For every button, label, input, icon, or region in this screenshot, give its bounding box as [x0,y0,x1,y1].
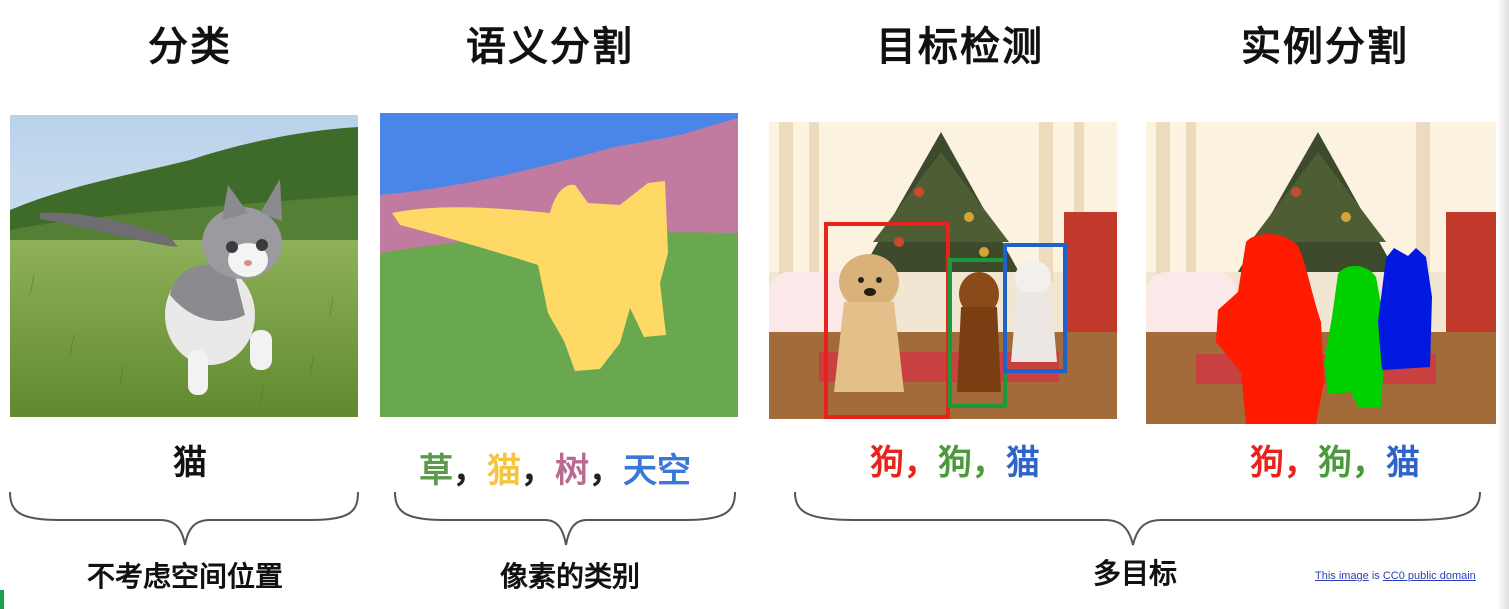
cat-photo [10,115,358,417]
bottom-label-multi-object: 多目标 [1092,557,1177,590]
semantic-mask-illustration [380,113,738,417]
semantic-label-grass: 草 [419,451,453,491]
slide-edge-shadow [1497,0,1509,609]
detection-photo [769,122,1117,419]
detection-label-cat: 猫 [1006,443,1040,483]
detection-labels: 狗，狗，猫 [840,435,1070,484]
bottom-label-semantic: 像素的类别 [499,560,640,593]
brace-multi-object [794,491,1481,546]
instance-photo [1146,122,1496,424]
title-classification: 分类 [148,24,232,70]
instance-labels: 狗，狗，猫 [1220,435,1450,484]
semantic-label-sky: 天空 [623,451,691,491]
detection-illustration [769,122,1117,419]
cat-photo-illustration [10,115,358,417]
semantic-label-tree: 树 [555,451,589,491]
brace-semantic [394,491,736,546]
classification-label: 猫 [173,443,207,483]
semantic-label-cat: 猫 [487,451,521,491]
instance-illustration [1146,122,1496,424]
separator: ， [521,451,555,491]
credit-link-cc0[interactable]: CC0 public domain [1383,570,1476,582]
instance-mask-cat-blue [1378,248,1432,370]
separator: ， [453,451,487,491]
instance-label-dog-1: 狗 [1250,443,1284,483]
instance-label-cat: 猫 [1386,443,1420,483]
instance-label-dog-2: 狗 [1318,443,1352,483]
separator: ， [1352,443,1386,483]
semantic-mask [380,113,738,417]
bottom-label-classification: 不考虑空间位置 [86,560,283,593]
detection-label-dog-2: 狗 [938,443,972,483]
separator: ， [972,443,1006,483]
separator: ， [904,443,938,483]
credit-link-image[interactable]: This image [1315,570,1369,582]
detection-label-dog-1: 狗 [870,443,904,483]
credit-mid: is [1368,570,1383,582]
title-semantic-segmentation: 语义分割 [466,24,634,70]
title-instance-segmentation: 实例分割 [1241,24,1409,70]
semantic-labels: 草，猫，树，天空 [390,443,720,492]
title-object-detection: 目标检测 [876,24,1044,70]
credit-text: This image is CC0 public domain [1315,570,1476,582]
separator: ， [1284,443,1318,483]
separator: ， [589,451,623,491]
brace-classification [9,491,359,546]
accent-bar [0,590,4,609]
